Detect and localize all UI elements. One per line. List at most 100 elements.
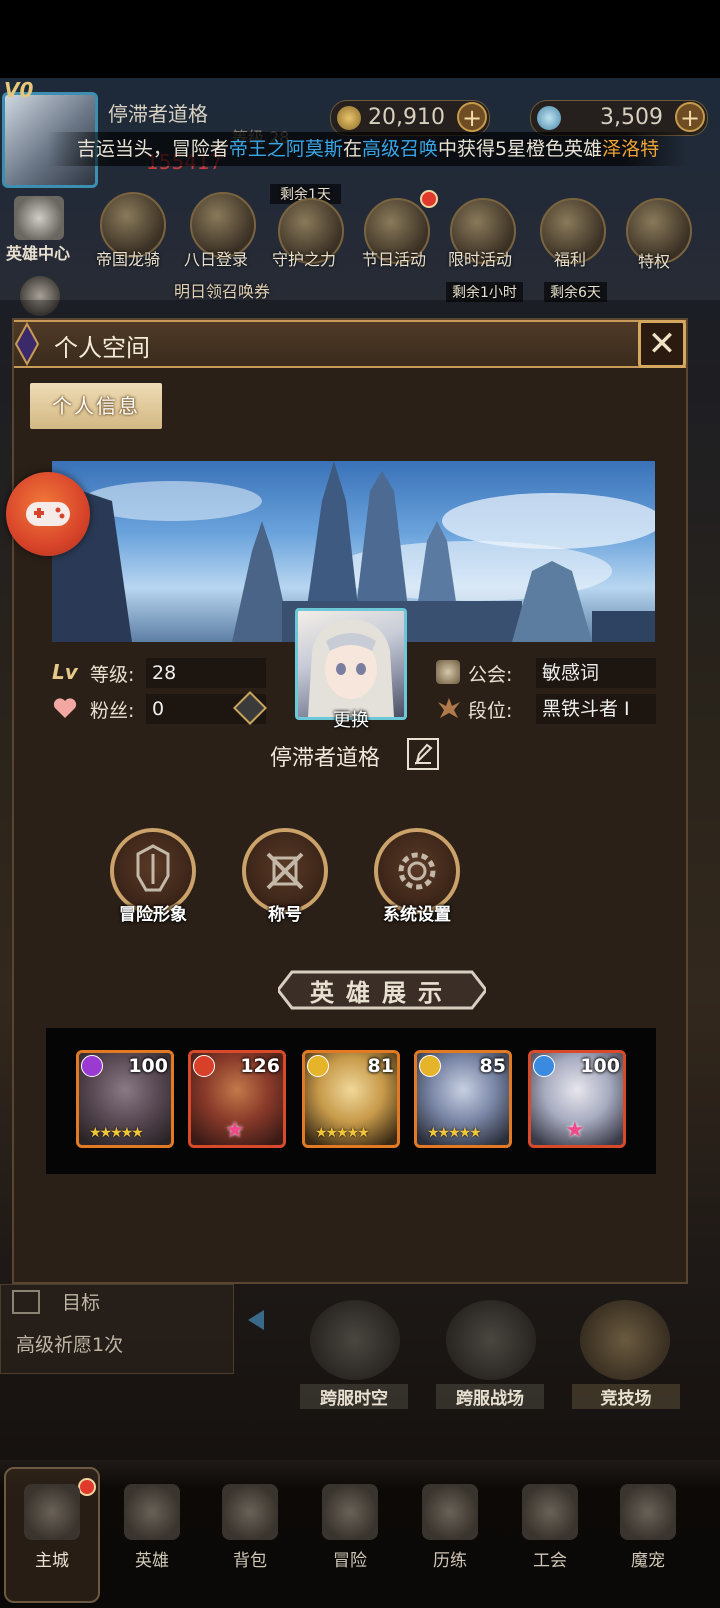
gold-value: 20,910 <box>368 105 445 130</box>
vip-badge: V0 <box>4 78 34 102</box>
festival-event-label: 节日活动 <box>362 250 427 269</box>
eight-day-login-label: 八日登录 <box>184 250 249 269</box>
cross-server-time-label: 跨服时空 <box>300 1384 408 1409</box>
gear-icon <box>398 852 436 890</box>
broadcast-player: 帝王之阿莫斯 <box>228 138 343 160</box>
gold-icon <box>337 106 361 130</box>
level-icon: Lv <box>52 660 78 684</box>
guild-label: 公会: <box>468 664 513 686</box>
panel-title: 个人空间 <box>54 334 150 362</box>
rank-icon <box>436 696 462 720</box>
player-name: 停滞者道格 <box>270 746 381 771</box>
hero-level: 85 <box>479 1055 506 1077</box>
nav-item-heroes[interactable]: 英雄 <box>112 1484 192 1571</box>
nav-item-pets[interactable]: 魔宠 <box>608 1484 688 1571</box>
element-icon <box>193 1055 215 1077</box>
festival-red-dot <box>420 190 438 208</box>
add-gold-button[interactable]: + <box>457 102 487 132</box>
change-portrait-label[interactable]: 更换 <box>295 706 407 732</box>
eight-day-login-sub: 明日领召唤券 <box>174 282 271 301</box>
limited-event-timer: 剩余1小时 <box>446 282 523 302</box>
level-value: 28 <box>146 658 266 688</box>
guardian-power-label: 守护之力 <box>272 250 337 269</box>
hero-card[interactable]: 100 ★ <box>528 1050 626 1148</box>
nav-label-bag: 背包 <box>233 1551 267 1571</box>
hero-card[interactable]: 81 ★★★★★ <box>302 1050 400 1148</box>
close-icon: ✕ <box>647 324 677 364</box>
tab-personal-info-label: 个人信息 <box>52 394 140 418</box>
nav-label-training: 历练 <box>433 1551 467 1571</box>
nav-item-bag[interactable]: 背包 <box>210 1484 290 1571</box>
hero-card[interactable]: 100 ★★★★★ <box>76 1050 174 1148</box>
header-ornament-icon <box>14 322 40 366</box>
rank-value: 黑铁斗者 I <box>536 694 656 724</box>
broadcast-hero: 泽洛特 <box>602 138 660 160</box>
arena-icon[interactable] <box>580 1300 670 1380</box>
backpack-icon <box>222 1484 278 1540</box>
star-rating: ★★★★★ <box>315 1125 370 1141</box>
gem-value: 3,509 <box>600 105 663 130</box>
element-icon <box>419 1055 441 1077</box>
adventure-image-label: 冒险形象 <box>119 905 187 925</box>
system-settings-label: 系统设置 <box>383 905 451 925</box>
gamepad-icon[interactable] <box>6 472 90 556</box>
limited-event-label: 限时活动 <box>448 250 513 269</box>
castle-icon <box>24 1484 80 1540</box>
player-name-hud: 停滞者道格 <box>108 102 208 126</box>
nav-label-guild: 工会 <box>533 1551 567 1571</box>
pink-star-icon: ★ <box>565 1118 585 1143</box>
tab-personal-info[interactable]: 个人信息 <box>30 383 162 429</box>
hero-center-label: 英雄中心 <box>6 244 71 263</box>
add-gem-button[interactable]: + <box>675 102 705 132</box>
goal-title: 目标 <box>62 1292 101 1314</box>
crossed-weapons-icon <box>322 1484 378 1540</box>
shield-icon <box>522 1484 578 1540</box>
hero-center-icon[interactable] <box>14 196 64 240</box>
edit-name-button[interactable] <box>407 738 439 770</box>
hero-card[interactable]: 85 ★★★★★ <box>414 1050 512 1148</box>
crossed-swords-icon <box>266 852 304 890</box>
broadcast-mid2: 中获得5星橙色英雄 <box>437 138 603 160</box>
guild-value: 敏感词 <box>536 658 656 688</box>
nav-label-heroes: 英雄 <box>135 1551 169 1571</box>
helmet-icon <box>136 844 170 892</box>
broadcast-banner: 吉运当头，冒险者帝王之阿莫斯在高级召唤中获得5星橙色英雄泽洛特 <box>48 132 688 166</box>
hero-level: 126 <box>240 1055 280 1077</box>
nav-item-training[interactable]: 历练 <box>410 1484 490 1571</box>
goal-description: 高级祈愿1次 <box>16 1334 124 1356</box>
cross-server-battle-icon[interactable] <box>446 1300 536 1380</box>
flag-icon <box>12 1290 40 1314</box>
title-label: 称号 <box>268 905 302 925</box>
nav-label-pets: 魔宠 <box>631 1551 665 1571</box>
gem-icon <box>537 106 561 130</box>
element-icon <box>81 1055 103 1077</box>
guild-icon <box>436 660 460 684</box>
close-button[interactable]: ✕ <box>638 320 686 368</box>
broadcast-event: 高级召唤 <box>361 138 438 160</box>
imperial-dragon-label: 帝国龙骑 <box>96 250 161 269</box>
pencil-icon <box>415 743 433 766</box>
welfare-timer: 剩余6天 <box>544 282 607 302</box>
level-label: 等级: <box>90 664 135 686</box>
hero-level: 100 <box>580 1055 620 1077</box>
fans-label: 粉丝: <box>90 700 135 722</box>
hero-level: 100 <box>128 1055 168 1077</box>
helmet-nav-icon <box>124 1484 180 1540</box>
element-icon <box>533 1055 555 1077</box>
nav-item-adventure[interactable]: 冒险 <box>310 1484 390 1571</box>
cross-server-battle-label: 跨服战场 <box>436 1384 544 1409</box>
gem-counter: 3,509 + <box>530 100 708 136</box>
element-icon <box>307 1055 329 1077</box>
welfare-label: 福利 <box>554 250 587 269</box>
paw-icon <box>620 1484 676 1540</box>
hero-level: 81 <box>367 1055 394 1077</box>
cross-server-time-icon[interactable] <box>310 1300 400 1380</box>
nav-item-guild[interactable]: 工会 <box>510 1484 590 1571</box>
star-rating: ★★★★★ <box>427 1125 482 1141</box>
heart-icon <box>53 698 77 718</box>
nav-item-home[interactable]: 主城 <box>12 1484 92 1571</box>
hero-showcase-title: 英雄展示 <box>310 979 454 1007</box>
profile-portrait[interactable] <box>295 608 407 720</box>
collapse-arrow-icon[interactable] <box>248 1310 264 1330</box>
hero-card[interactable]: 126 ★ <box>188 1050 286 1148</box>
